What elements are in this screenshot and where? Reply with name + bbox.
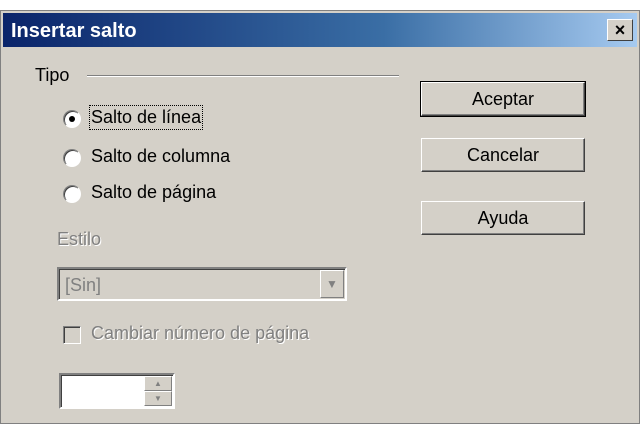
radio-salto-columna[interactable]: [63, 149, 81, 167]
radio-salto-pagina-label[interactable]: Salto de página: [91, 182, 216, 203]
ok-button-label: Aceptar: [471, 88, 535, 109]
radio-salto-columna-label[interactable]: Salto de columna: [91, 146, 230, 167]
close-button[interactable]: ×: [607, 19, 633, 41]
tipo-group-label: Tipo: [35, 65, 70, 85]
close-icon: ×: [614, 19, 626, 40]
cancel-button-label: Cancelar: [466, 144, 540, 165]
radio-salto-linea[interactable]: [63, 110, 81, 128]
window-title: Insertar salto: [11, 20, 137, 42]
cancel-button[interactable]: Cancelar: [421, 138, 585, 172]
radio-salto-linea-label[interactable]: Salto de línea: [88, 105, 204, 130]
chevron-down-icon[interactable]: ▼: [320, 270, 344, 298]
title-bar[interactable]: Insertar salto ×: [3, 13, 637, 47]
estilo-label: Estilo: [57, 229, 102, 249]
spin-up-icon[interactable]: ▲: [144, 376, 172, 391]
cambiar-numero-label[interactable]: Cambiar número de página: [91, 323, 309, 344]
tipo-group-divider: [87, 75, 399, 77]
estilo-select-value: [Sin]: [65, 275, 102, 295]
insert-break-dialog: Insertar salto × Tipo Salto de línea Sal…: [0, 10, 640, 424]
ok-button[interactable]: Aceptar: [420, 81, 586, 117]
cambiar-numero-checkbox[interactable]: [63, 326, 81, 344]
spin-buttons: ▲ ▼: [144, 376, 172, 406]
spin-down-icon[interactable]: ▼: [144, 391, 172, 406]
estilo-select[interactable]: [Sin] ▼: [57, 267, 347, 301]
radio-salto-pagina[interactable]: [63, 185, 81, 203]
radio-selected-dot: [69, 116, 75, 122]
help-button[interactable]: Ayuda: [421, 201, 585, 235]
help-button-label: Ayuda: [477, 207, 529, 228]
page-number-spinbox[interactable]: ▲ ▼: [59, 373, 175, 409]
